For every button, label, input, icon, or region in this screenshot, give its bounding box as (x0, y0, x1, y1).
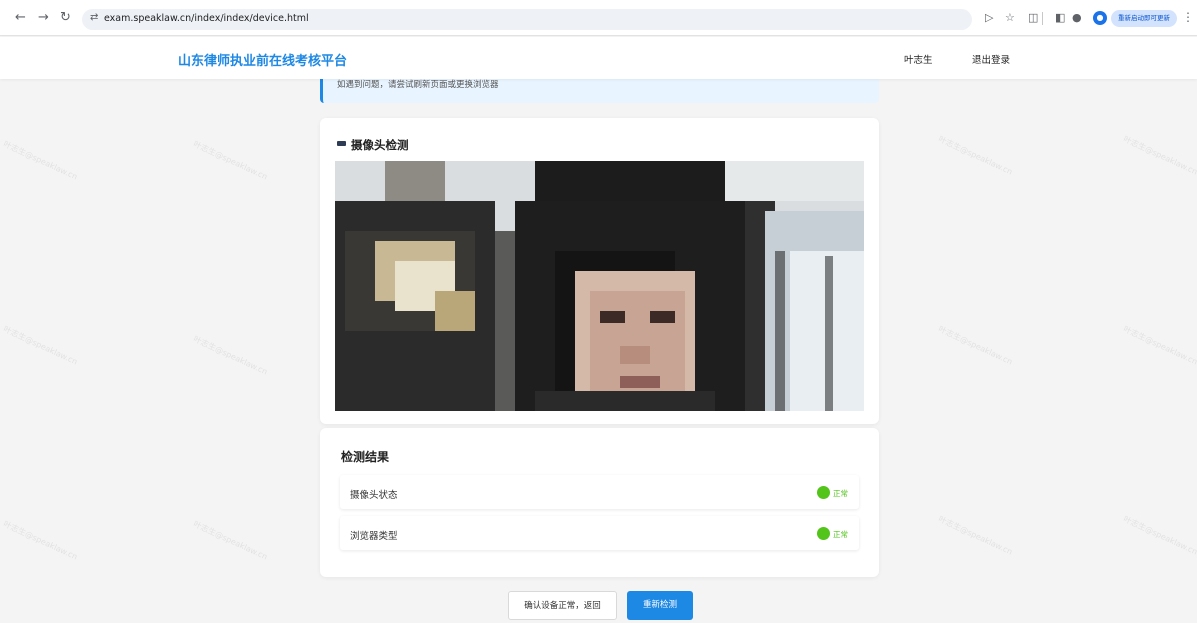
result-status: 正常 (833, 530, 848, 539)
result-label: 摄像头状态 (350, 490, 398, 501)
camera-preview (335, 161, 864, 411)
reload-icon[interactable]: ↻ (60, 10, 71, 26)
watermark: 叶志生@speaklaw.cn (191, 334, 269, 377)
watermark: 叶志生@speaklaw.cn (1121, 134, 1197, 177)
result-row: 摄像头状态 正常 (340, 475, 859, 509)
browser-toolbar: ← → ↻ ⇄ exam.speaklaw.cn/index/index/dev… (0, 0, 1197, 36)
profile-avatar[interactable]: ● (1093, 11, 1107, 25)
logout-link[interactable]: 退出登录 (972, 52, 1010, 66)
notice-text: 如遇到问题，请尝试刷新页面或更换浏览器 (337, 80, 499, 90)
camera-card: 摄像头检测 (320, 118, 879, 424)
watermark: 叶志生@speaklaw.cn (936, 324, 1014, 367)
status-ok-icon (817, 527, 830, 540)
app-header: 山东律师执业前在线考核平台 叶志生 退出登录 (0, 37, 1197, 79)
results-title: 检测结果 (341, 450, 390, 464)
address-bar[interactable]: ⇄ exam.speaklaw.cn/index/index/device.ht… (82, 9, 972, 30)
site-title[interactable]: 山东律师执业前在线考核平台 (178, 50, 347, 69)
watermark: 叶志生@speaklaw.cn (936, 134, 1014, 177)
retest-button[interactable]: 重新检测 (627, 591, 693, 620)
side-panel-icon[interactable]: ◧ (1055, 11, 1065, 25)
camera-title: 摄像头检测 (351, 138, 409, 152)
bookmark-star-icon[interactable]: ☆ (1005, 11, 1015, 25)
watermark: 叶志生@speaklaw.cn (936, 514, 1014, 557)
site-settings-icon[interactable]: ⇄ (90, 12, 98, 23)
watermark: 叶志生@speaklaw.cn (1, 519, 79, 562)
watermark: 叶志生@speaklaw.cn (1121, 324, 1197, 367)
watermark: 叶志生@speaklaw.cn (191, 139, 269, 182)
result-status: 正常 (833, 489, 848, 498)
watermark: 叶志生@speaklaw.cn (191, 519, 269, 562)
update-button[interactable]: 重新启动即可更新 (1111, 10, 1177, 27)
result-row: 浏览器类型 正常 (340, 516, 859, 550)
result-label: 浏览器类型 (350, 531, 398, 542)
back-icon[interactable]: ← (15, 10, 26, 26)
cast-icon[interactable]: ▷ (985, 11, 993, 25)
extensions-icon[interactable]: ◫ (1028, 11, 1038, 25)
confirm-return-button[interactable]: 确认设备正常，返回 (508, 591, 617, 620)
url-text: exam.speaklaw.cn/index/index/device.html (104, 13, 309, 24)
account-icon[interactable]: ● (1072, 11, 1082, 25)
more-menu-icon[interactable]: ⋮ (1182, 10, 1194, 24)
results-card: 检测结果 摄像头状态 正常 浏览器类型 正常 (320, 428, 879, 577)
watermark: 叶志生@speaklaw.cn (1121, 514, 1197, 557)
watermark: 叶志生@speaklaw.cn (1, 324, 79, 367)
watermark: 叶志生@speaklaw.cn (1, 139, 79, 182)
user-name: 叶志生 (904, 55, 933, 66)
forward-icon[interactable]: → (38, 10, 49, 26)
toolbar-divider (1042, 12, 1043, 25)
status-ok-icon (817, 486, 830, 499)
camera-icon (337, 141, 346, 146)
camera-feed-image (335, 161, 864, 411)
